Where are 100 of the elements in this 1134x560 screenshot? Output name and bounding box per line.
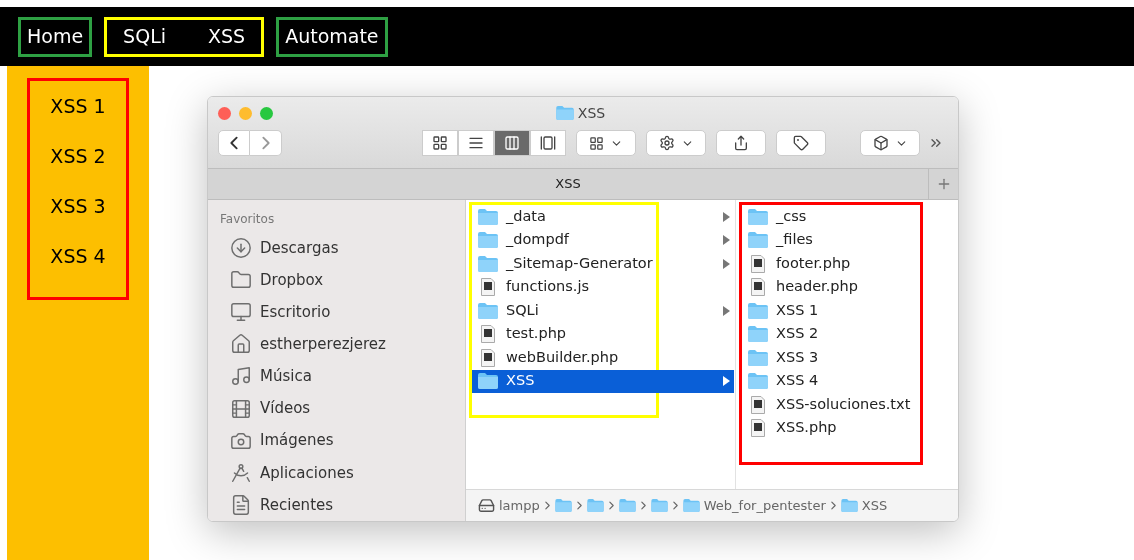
drive-icon	[478, 497, 495, 514]
window-title: XSS	[577, 103, 606, 123]
document-icon	[751, 395, 765, 414]
icon-view-icon	[432, 135, 448, 151]
folder-icon	[840, 499, 858, 512]
section-heading: Favoritos	[220, 211, 276, 228]
document-icon	[751, 419, 765, 438]
folder-icon	[682, 499, 700, 512]
file-row[interactable]: _data	[472, 205, 734, 229]
desktop-icon	[230, 301, 252, 324]
nav-link[interactable]: Home	[27, 22, 84, 51]
file-row[interactable]: SQLi	[472, 299, 734, 323]
download-icon	[230, 237, 252, 260]
document-icon	[481, 278, 495, 297]
folder-icon	[748, 232, 768, 249]
folder-icon	[586, 499, 604, 512]
sidebar-item[interactable]: Música	[220, 360, 465, 393]
sidebar-item[interactable]: Vídeos	[220, 392, 465, 425]
sidebar-item[interactable]: estherperezjerez	[220, 328, 465, 361]
file-row[interactable]: functions.js	[472, 275, 734, 299]
document-icon	[751, 254, 765, 273]
file-row[interactable]: _files	[742, 228, 918, 252]
path-item[interactable]: Web_for_pentester	[682, 495, 826, 516]
sidebar-link[interactable]: XSS 2	[50, 141, 106, 191]
chevron-right-icon	[640, 501, 646, 510]
chevron-right-icon	[608, 501, 614, 510]
sidebar-link[interactable]: XSS 4	[50, 241, 106, 291]
file-row[interactable]: header.php	[742, 275, 918, 299]
document-icon	[751, 278, 765, 297]
folder-icon	[555, 106, 574, 120]
folder-icon	[478, 232, 498, 249]
file-row[interactable]: XSS 1	[742, 299, 918, 323]
nav-link[interactable]: XSS	[208, 22, 246, 51]
document-icon	[481, 325, 495, 344]
chevron-left-icon	[230, 136, 238, 150]
file-row[interactable]: XSS 2	[742, 322, 918, 346]
chevron-right-icon	[261, 136, 270, 150]
file-row[interactable]: _Sitemap-Generator	[472, 252, 734, 276]
folder-icon	[748, 349, 768, 366]
file-row[interactable]: XSS 3	[742, 346, 918, 370]
chevron-right-icon	[830, 501, 836, 510]
share-button[interactable]	[716, 130, 766, 156]
sidebar-item[interactable]: Imágenes	[220, 424, 465, 457]
file-row[interactable]: XSS-soluciones.txt	[742, 393, 918, 417]
folder-icon	[748, 326, 768, 343]
path-item[interactable]: lampp	[478, 495, 540, 516]
document-icon	[481, 348, 495, 367]
close-icon[interactable]	[218, 106, 231, 120]
settings-icon	[658, 135, 675, 151]
film-icon	[230, 397, 252, 420]
document-icon	[230, 493, 252, 516]
folder-icon	[748, 302, 768, 319]
settings-button[interactable]	[646, 130, 706, 156]
tag-icon	[793, 135, 809, 151]
file-row[interactable]: XSS	[472, 369, 734, 393]
folder-icon	[748, 373, 768, 390]
sidebar-item[interactable]: Recientes	[220, 488, 465, 521]
nav-link[interactable]: SQLi	[123, 22, 166, 51]
folder-icon	[748, 208, 768, 225]
folder-icon	[618, 499, 636, 512]
file-row[interactable]: XSS 4	[742, 369, 918, 393]
view-mode-button[interactable]	[530, 130, 566, 156]
applications-icon	[230, 461, 252, 484]
dropbox-button[interactable]	[860, 130, 920, 156]
column-view-icon	[504, 135, 520, 151]
folder-icon	[554, 499, 572, 512]
folder-icon	[478, 373, 498, 390]
folder-icon	[478, 302, 498, 319]
chevron-right-icon	[576, 501, 582, 510]
sidebar-item[interactable]: Descargas	[220, 232, 465, 265]
view-mode-button[interactable]	[494, 130, 530, 156]
sidebar-item[interactable]: Dropbox	[220, 264, 465, 297]
gallery-view-icon	[540, 135, 556, 151]
sidebar-link[interactable]: XSS 3	[50, 191, 106, 241]
file-row[interactable]: test.php	[472, 322, 734, 346]
tag-button[interactable]	[776, 130, 826, 156]
file-row[interactable]: _css	[742, 205, 918, 229]
folder-icon	[650, 499, 668, 512]
home-icon	[230, 333, 252, 356]
file-row[interactable]: webBuilder.php	[472, 346, 734, 370]
view-mode-button[interactable]	[458, 130, 494, 156]
view-mode-button[interactable]	[422, 130, 458, 156]
sidebar-item[interactable]: Escritorio	[220, 296, 465, 329]
share-icon	[733, 135, 749, 151]
group-button[interactable]	[576, 130, 636, 156]
list-view-icon	[468, 135, 484, 151]
chevron-right-icon	[672, 501, 678, 510]
file-row[interactable]: _dompdf	[472, 228, 734, 252]
chevron-right-icon	[544, 501, 550, 510]
folder-icon	[478, 255, 498, 272]
nav-link[interactable]: Automate	[285, 22, 379, 51]
file-row[interactable]: XSS.php	[742, 416, 918, 440]
box-icon	[872, 135, 889, 151]
file-row[interactable]: footer.php	[742, 252, 918, 276]
sidebar-item[interactable]: Aplicaciones	[220, 456, 465, 489]
sidebar-link[interactable]: XSS 1	[50, 91, 106, 141]
music-note-icon	[230, 365, 252, 388]
path-item[interactable]: XSS	[840, 495, 888, 516]
back-button[interactable]	[218, 130, 250, 156]
folder-icon	[478, 208, 498, 225]
